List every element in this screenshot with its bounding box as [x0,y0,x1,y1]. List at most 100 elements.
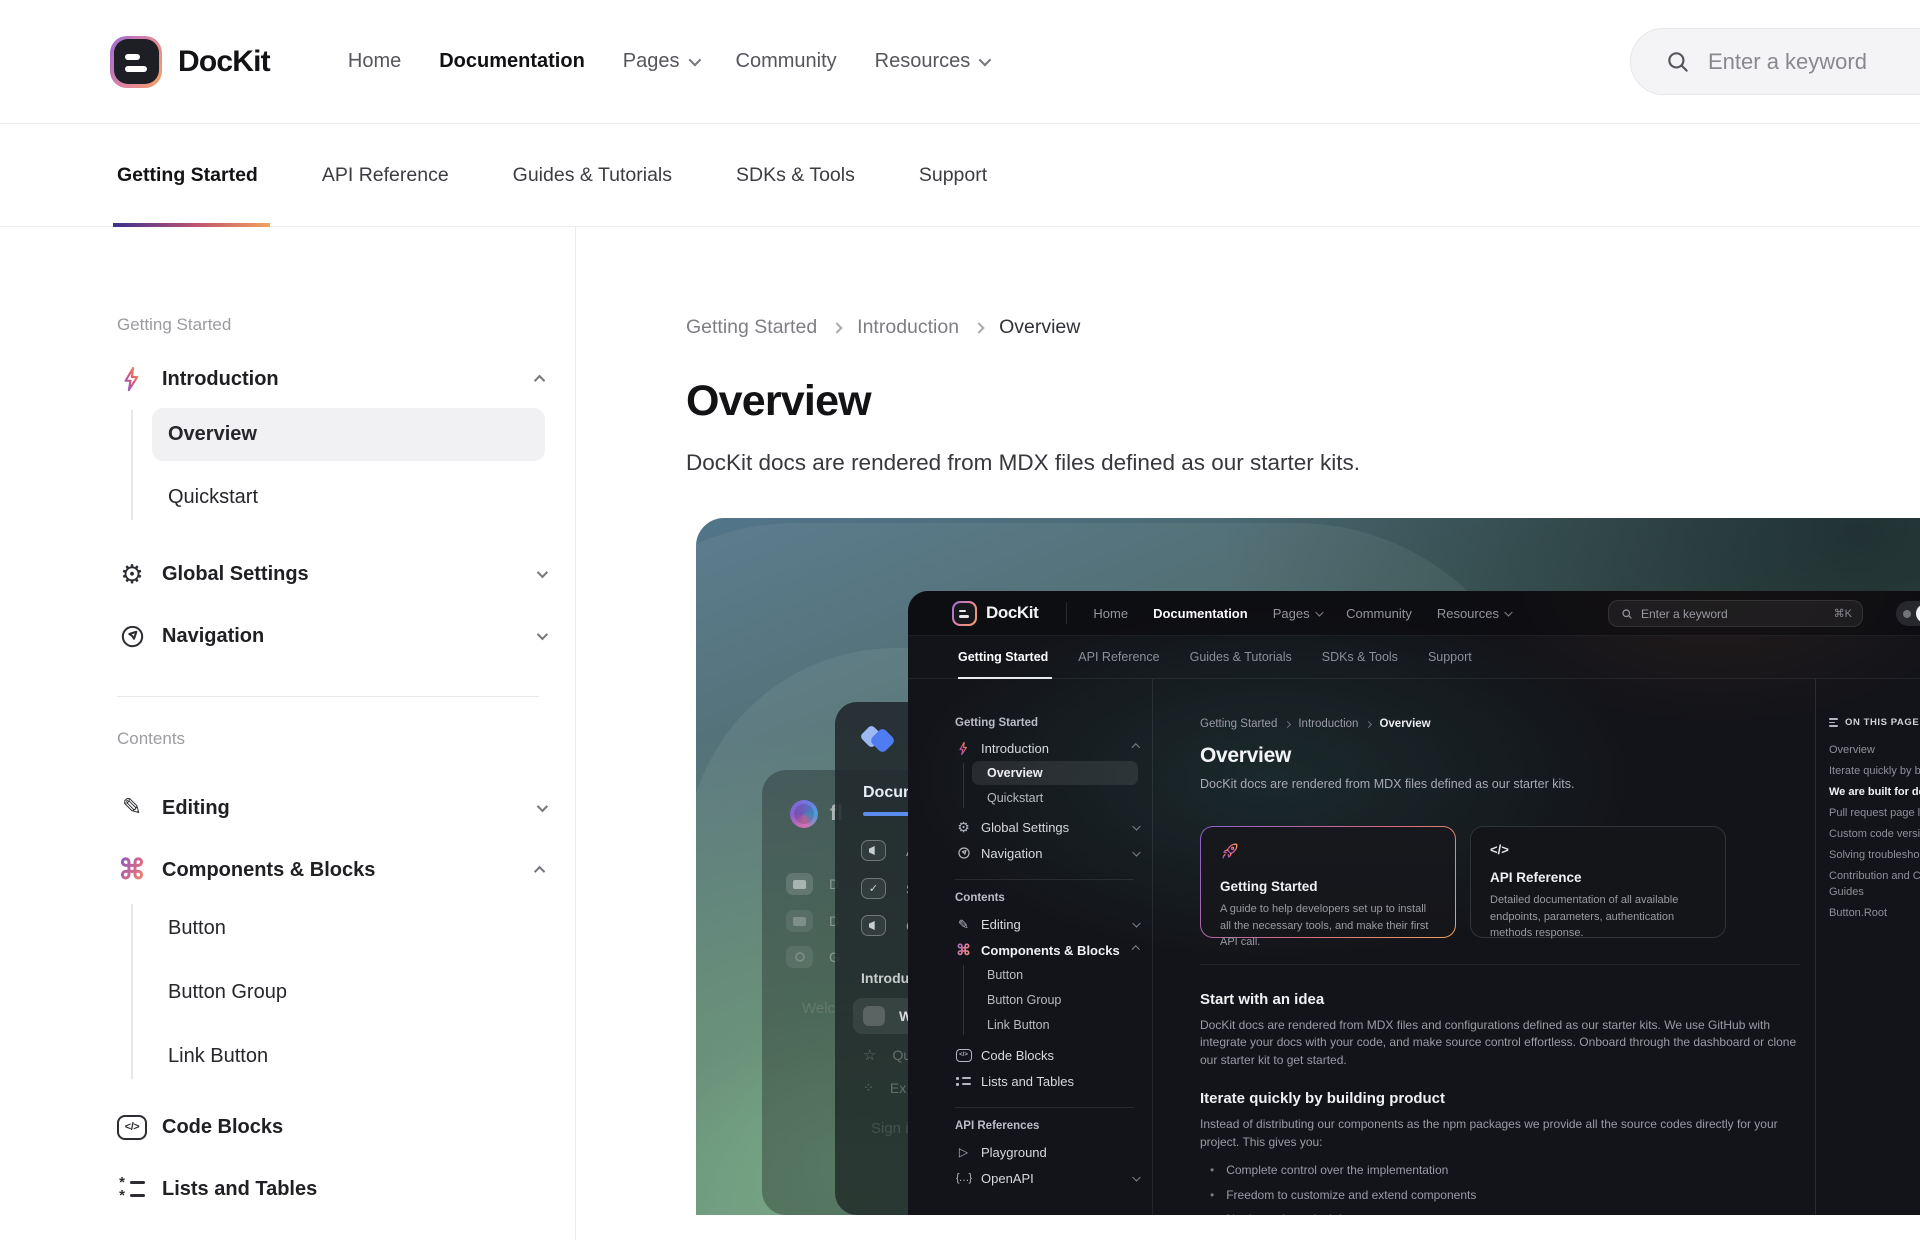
sidebar-item-button[interactable]: Button [152,902,545,955]
nav-home: Home [1093,606,1128,621]
card-api-reference: </> API Reference Detailed documentation… [1470,826,1726,938]
tab-sdks-tools[interactable]: SDKs & Tools [736,124,855,226]
chevron-down-icon [537,801,548,812]
sidebar-divider [117,696,539,697]
toc-item: Button.Root [1829,907,1920,919]
star-icon: ☆ [863,1046,876,1064]
sidebar-item-introduction[interactable]: Introduction [117,357,545,401]
tab-guides-tutorials[interactable]: Guides & Tutorials [513,124,672,226]
ghost-tab-underline [863,812,911,816]
search-box[interactable] [1630,28,1920,95]
bullet-list: •Complete control over the implementatio… [1200,1161,1800,1215]
breadcrumb-getting-started[interactable]: Getting Started [686,316,817,339]
nav-community[interactable]: Community [736,50,837,73]
section-heading: Start with an idea [1200,991,1800,1008]
list-icon: ** [117,1179,147,1200]
sidebar-divider [955,1107,1134,1108]
list-item: •Freedom to customize and extend compone… [1200,1186,1800,1205]
command-icon: ⌘ [955,943,972,958]
divider [1066,602,1067,624]
lightning-icon [117,365,147,393]
list-lines-icon [1829,718,1838,727]
toc-item: Guides [1829,886,1920,898]
sidebar-item-global-settings[interactable]: ⚙ Global Settings [117,552,545,596]
dockit-logo-icon[interactable] [110,36,162,88]
sidebar-group-label: Getting Started [955,717,1138,729]
dark-docs-sidebar: Getting Started Introduction Overview Qu… [908,679,1153,1215]
list-item: •No dependency lock-in [1200,1210,1800,1215]
nav-pages: Pages [1273,606,1321,621]
code-icon: </> [1490,842,1706,857]
sidebar-item-button-group[interactable]: Button Group [152,966,545,1019]
sidebar-item-editing[interactable]: ✎ Editing [117,786,545,830]
brand-name: DocKit [986,603,1038,623]
sidebar-item-lists-tables[interactable]: ** Lists and Tables [117,1167,545,1211]
search-input[interactable] [1708,49,1920,75]
toc-item: Iterate quickly by building [1829,765,1920,777]
brand-name[interactable]: DocKit [178,45,270,79]
nav-pages[interactable]: Pages [623,50,698,73]
sidebar-group-label: Contents [955,892,1138,904]
toc-item: Solving troubleshooting [1829,849,1920,861]
sidebar-item-button-group: Button Group [972,988,1138,1012]
ghost-ring-logo-icon [790,800,818,828]
sidebar-group-label: API References [955,1120,1138,1132]
sidebar-item-quickstart[interactable]: Quickstart [152,471,545,524]
main-content: Getting Started Introduction Overview Ov… [576,227,1920,1240]
sidebar-item-openapi: {…} OpenAPI [955,1165,1138,1191]
nav-home[interactable]: Home [348,50,401,73]
nav-documentation[interactable]: Documentation [439,50,585,73]
sun-icon [1903,610,1911,618]
nav-community: Community [1346,606,1412,621]
theme-toggle: ☾ [1896,601,1920,626]
chevron-down-icon [1132,822,1140,830]
nav-resources: Resources [1437,606,1511,621]
sidebar-item-navigation[interactable]: Navigation [117,614,545,658]
chevron-up-icon [1131,946,1139,954]
search-placeholder: Enter a keyword [1641,607,1728,621]
tab-api-reference[interactable]: API Reference [322,124,449,226]
blue-diamond-logo-icon [861,726,901,758]
megaphone-icon [861,840,886,861]
moon-icon: ☾ [1916,604,1920,623]
sidebar-item-code-blocks: </> Code Blocks [955,1042,1138,1068]
breadcrumb-introduction[interactable]: Introduction [857,316,959,339]
grid-icon: ⁘ [863,1080,874,1096]
navigation-icon [955,846,972,860]
book-icon [786,873,813,895]
sidebar-item-navigation: Navigation [955,840,1138,866]
toc-header: ON THIS PAGE [1845,717,1919,728]
tab-support[interactable]: Support [919,124,987,226]
docs-sidebar: Getting Started Introduction Overview Qu… [0,227,576,1240]
dark-main-content: Getting Started Introduction Overview Ov… [1200,679,1800,1215]
pencil-icon: ✎ [117,796,147,820]
chevron-down-icon [1315,608,1323,616]
nav-resources[interactable]: Resources [875,50,989,73]
pencil-icon: ✎ [955,918,972,931]
sidebar-item-overview: Overview [972,761,1138,785]
sidebar-item-components-blocks: ⌘ Components & Blocks [955,937,1138,963]
chevron-down-icon [537,567,548,578]
sidebar-item-overview[interactable]: Overview [152,408,545,461]
section-heading: Iterate quickly by building product [1200,1090,1800,1107]
sidebar-item-code-blocks[interactable]: </> Code Blocks [117,1105,545,1149]
tab-guides-tutorials: Guides & Tutorials [1190,636,1292,678]
search-icon [1665,49,1691,75]
chevron-down-icon [1505,608,1513,616]
sidebar-item-components-blocks[interactable]: ⌘ Components & Blocks [117,848,545,892]
sidebar-item-link-button[interactable]: Link Button [152,1030,545,1083]
chevron-up-icon [534,866,545,877]
sidebar-item-editing: ✎ Editing [955,911,1138,937]
tab-sdks-tools: SDKs & Tools [1322,636,1398,678]
search-icon [1621,608,1633,620]
ghost-text: Sign i [871,1120,909,1137]
chevron-down-icon [537,629,548,640]
top-navigation: DocKit Home Documentation Pages Communit… [0,0,1920,124]
toc-item: Contribution and Colla [1829,870,1920,882]
gear-icon: ⚙ [117,561,147,587]
sidebar-item-quickstart: Quickstart [972,786,1138,810]
tab-getting-started[interactable]: Getting Started [117,124,258,226]
page-title: Overview [686,377,1920,426]
breadcrumb: Getting Started Introduction Overview [1200,718,1800,730]
sidebar-item-playground: ▷ Playground [955,1139,1138,1165]
